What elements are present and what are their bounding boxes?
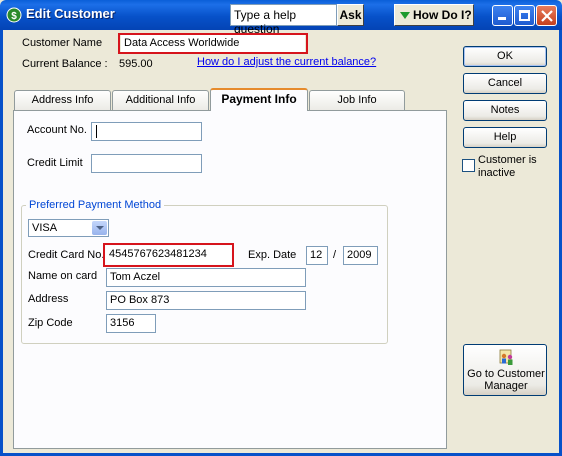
credit-card-no-label: Credit Card No. <box>28 249 105 261</box>
exp-separator: / <box>333 249 337 261</box>
svg-text:$: $ <box>11 11 17 22</box>
ask-button[interactable]: Ask <box>337 4 364 26</box>
tab-additional-info[interactable]: Additional Info <box>112 90 209 110</box>
current-balance-value: 595.00 <box>119 58 153 70</box>
inactive-label-line2: inactive <box>478 167 516 179</box>
maximize-icon <box>519 10 530 21</box>
customer-name-field[interactable]: Data Access Worldwide <box>121 35 305 52</box>
credit-card-no-field[interactable]: 4545767623481234 <box>106 246 231 264</box>
window-title: Edit Customer <box>26 6 115 21</box>
dropdown-triangle-icon <box>400 12 410 19</box>
go-to-label-line1: Go to Customer <box>467 368 545 380</box>
minimize-icon <box>498 17 506 20</box>
zip-code-field[interactable]: 3156 <box>106 314 156 333</box>
name-on-card-label: Name on card <box>28 270 98 282</box>
ok-button[interactable]: OK <box>463 46 547 67</box>
tab-payment-info[interactable]: Payment Info <box>210 88 308 111</box>
address-label: Address <box>28 293 69 305</box>
go-to-label-line2: Manager <box>484 380 528 392</box>
how-do-i-label: How Do I? <box>413 8 472 22</box>
adjust-balance-link[interactable]: How do I adjust the current balance? <box>197 56 376 68</box>
app-icon: $ <box>6 7 22 23</box>
notes-button[interactable]: Notes <box>463 100 547 121</box>
credit-limit-label: Credit Limit <box>27 157 83 169</box>
exp-date-label: Exp. Date <box>248 249 297 261</box>
name-on-card-field[interactable]: Tom Aczel <box>106 268 306 287</box>
close-button[interactable] <box>536 5 557 26</box>
exp-year-field[interactable]: 2009 <box>343 246 378 265</box>
close-icon <box>541 10 553 22</box>
account-no-field[interactable] <box>91 122 202 141</box>
how-do-i-button[interactable]: How Do I? <box>394 4 474 26</box>
customer-manager-icon <box>499 349 513 365</box>
help-question-input[interactable]: Type a help question <box>230 4 337 36</box>
zip-code-label: Zip Code <box>28 317 73 329</box>
account-no-label: Account No. <box>27 124 87 136</box>
payment-method-select[interactable]: VISA <box>28 219 109 237</box>
go-to-customer-manager-button[interactable]: Go to Customer Manager <box>463 344 547 396</box>
credit-limit-field[interactable] <box>91 154 202 173</box>
maximize-button[interactable] <box>514 5 535 26</box>
tab-job-info[interactable]: Job Info <box>309 90 405 110</box>
help-button[interactable]: Help <box>463 127 547 148</box>
inactive-label-line1: Customer is <box>478 154 537 166</box>
text-cursor <box>96 125 97 138</box>
address-field[interactable]: PO Box 873 <box>106 291 306 310</box>
chevron-down-icon <box>92 221 107 235</box>
cancel-button[interactable]: Cancel <box>463 73 547 94</box>
customer-name-label: Customer Name <box>22 37 103 49</box>
minimize-button[interactable] <box>492 5 513 26</box>
title-bar: $ Edit Customer Type a help question Ask… <box>0 0 562 36</box>
customer-inactive-checkbox[interactable] <box>462 159 475 172</box>
preferred-payment-title: Preferred Payment Method <box>26 199 165 211</box>
current-balance-label: Current Balance : <box>22 58 108 70</box>
tab-address-info[interactable]: Address Info <box>14 90 111 110</box>
exp-month-field[interactable]: 12 <box>306 246 328 265</box>
payment-method-value: VISA <box>32 222 58 234</box>
